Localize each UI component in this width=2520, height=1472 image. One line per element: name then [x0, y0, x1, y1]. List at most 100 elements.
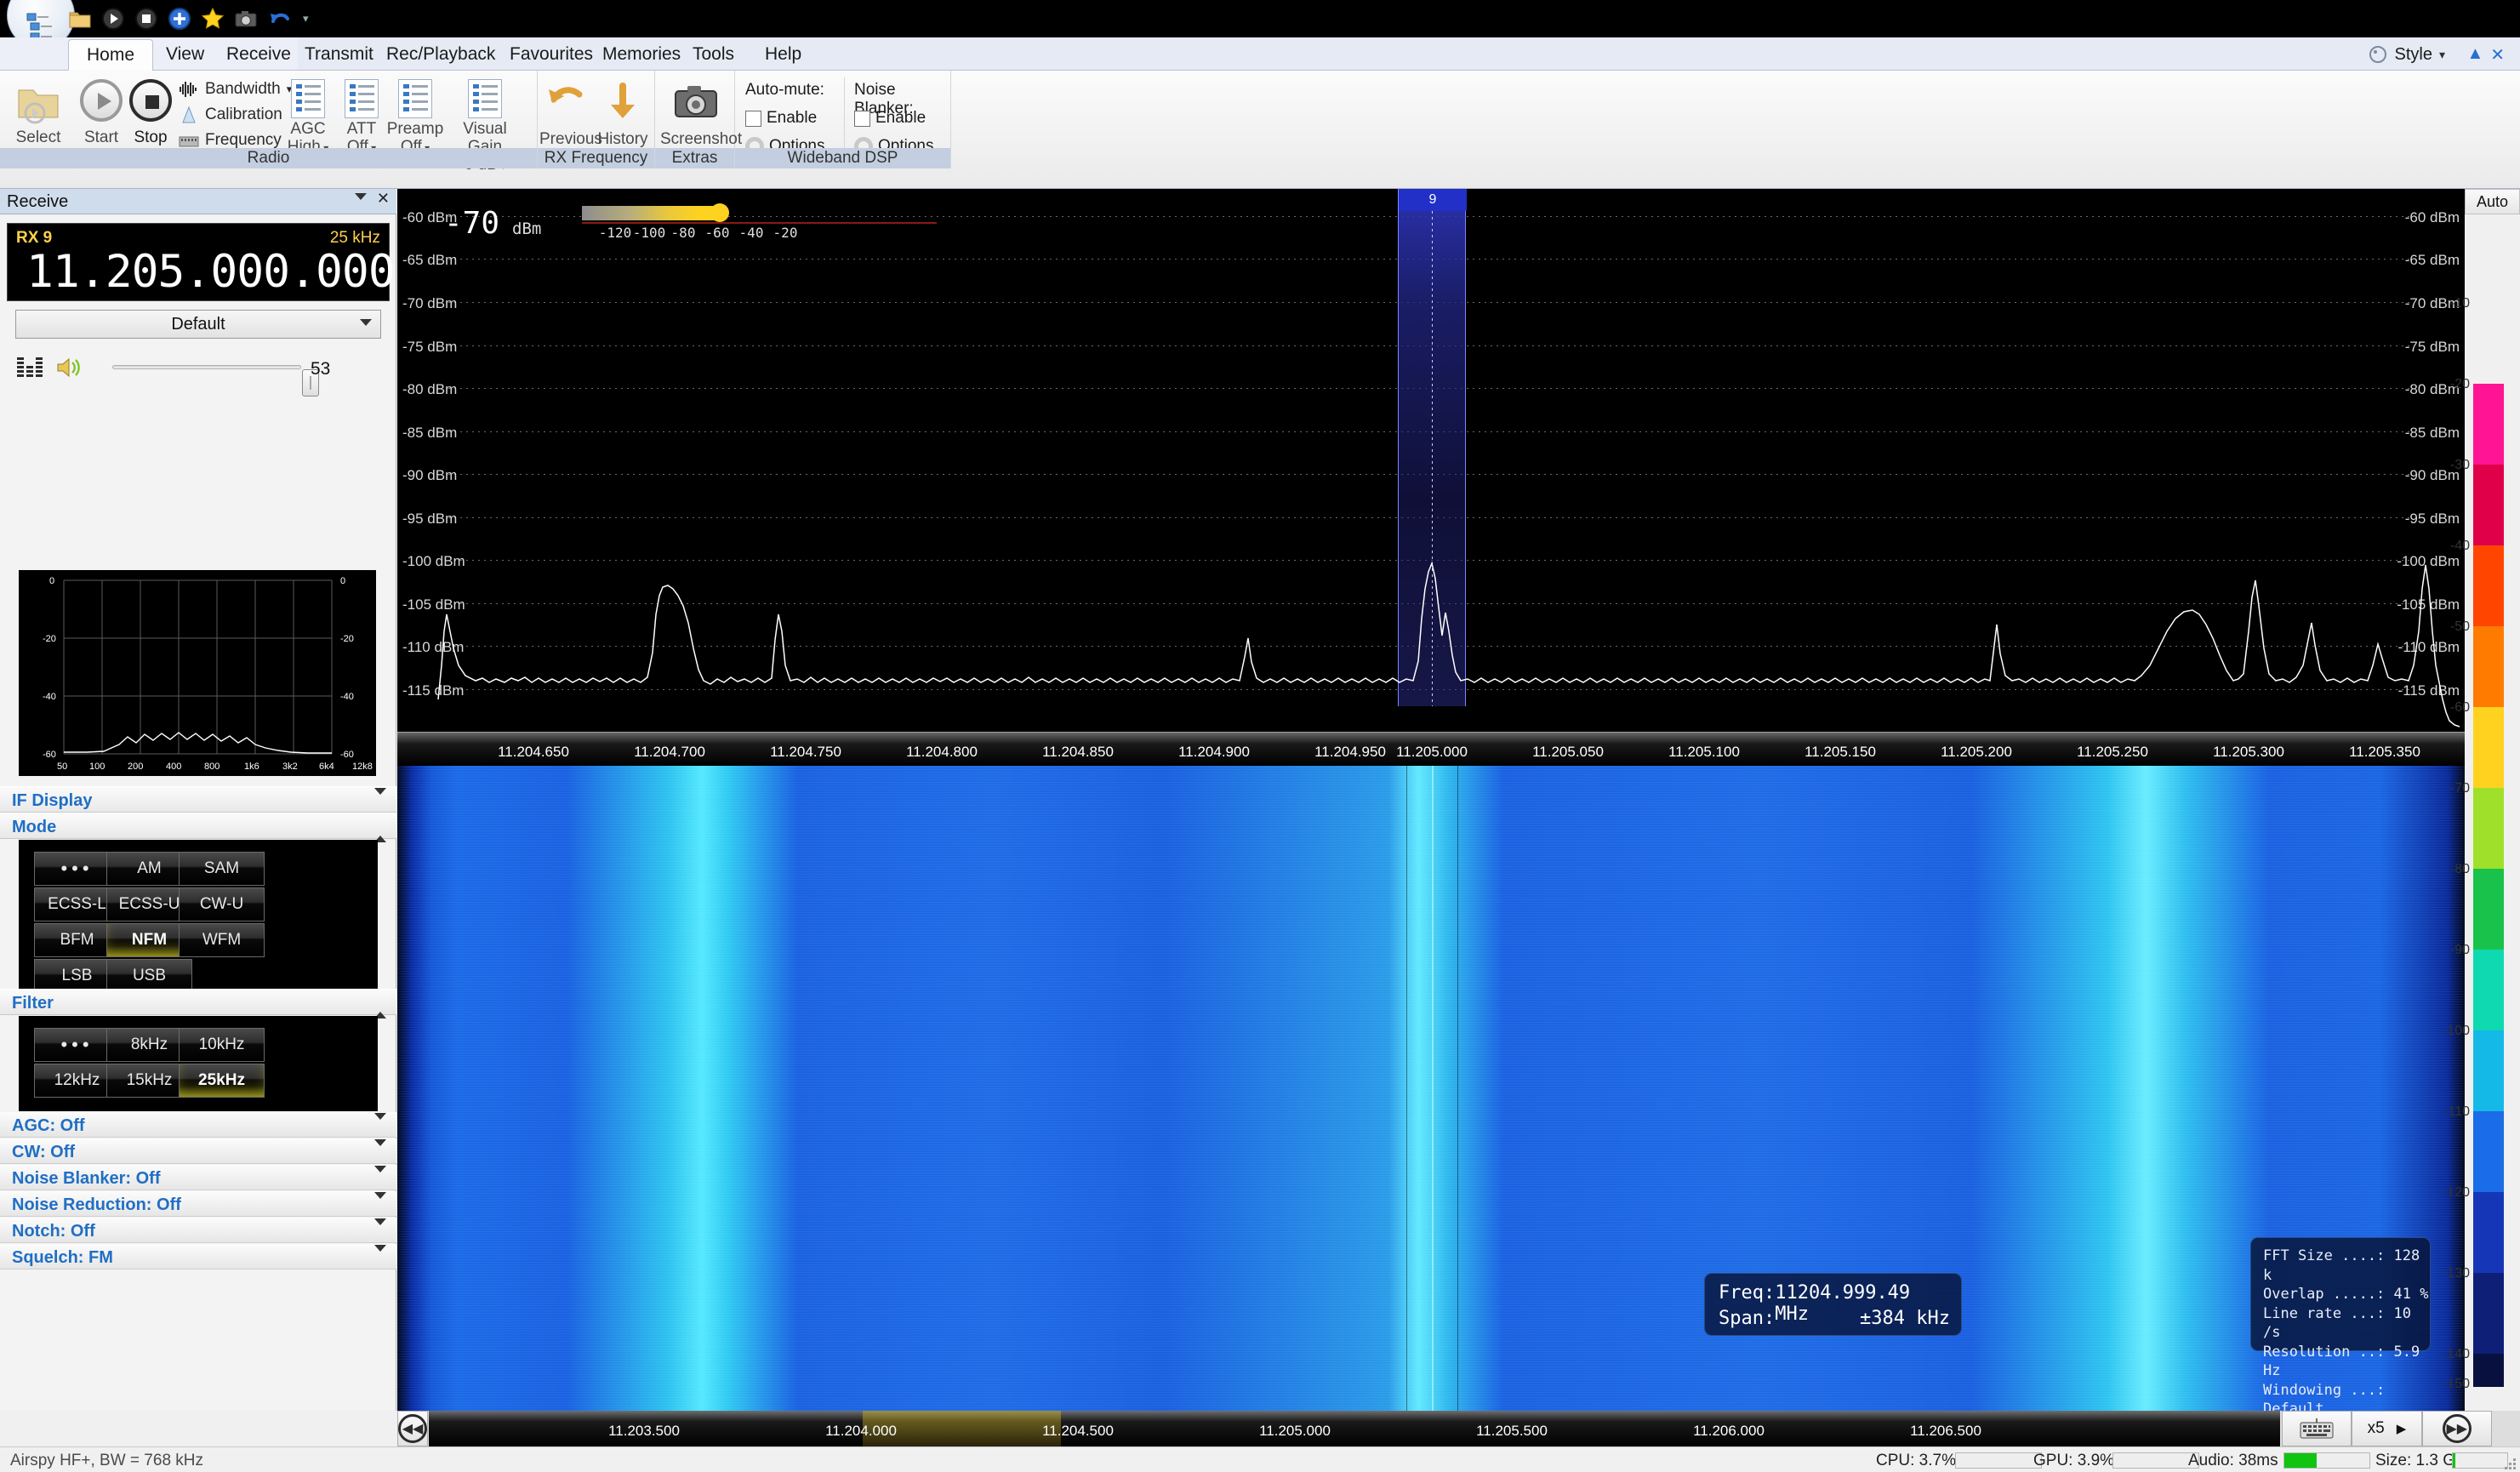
- section-notch[interactable]: Notch: Off: [0, 1218, 396, 1243]
- auto-mute-title: Auto-mute:: [745, 81, 824, 99]
- keyboard-button[interactable]: [2282, 1411, 2352, 1446]
- fft-info-row: Resolution ..: 5.9 Hz: [2263, 1343, 2430, 1381]
- filter-label: Filter: [12, 994, 54, 1013]
- mode-button-wfm[interactable]: WFM: [179, 923, 265, 957]
- reference-level-value[interactable]: -70: [444, 206, 499, 241]
- rx-frequency-display[interactable]: RX 9 25 kHz 11.205.000.000: [7, 223, 396, 301]
- ribbon-tab-strip[interactable]: Home View Receive Transmit Rec/Playback …: [0, 37, 2520, 71]
- color-segment: [2473, 303, 2504, 384]
- qat-chevron-down-icon[interactable]: ▾: [303, 12, 309, 26]
- stop-icon[interactable]: [134, 7, 158, 31]
- checkbox-box[interactable]: [745, 110, 761, 127]
- section-noise-blanker[interactable]: Noise Blanker: Off: [0, 1165, 396, 1190]
- section-squelch[interactable]: Squelch: FM: [0, 1244, 396, 1269]
- agc-title: AGC: [290, 120, 326, 138]
- auto-mute-enable-checkbox[interactable]: Enable: [745, 109, 817, 128]
- style-chevron-down-icon[interactable]: ▾: [2439, 48, 2445, 62]
- filter-button-10khz[interactable]: 10kHz: [179, 1028, 265, 1062]
- waterfall-display[interactable]: Freq: 11204.999.49 MHz Span: ±384 kHz FF…: [397, 766, 2465, 1411]
- noise-blanker-chevron-down-icon[interactable]: [374, 1166, 386, 1187]
- profile-combobox[interactable]: Default: [15, 310, 381, 345]
- zoom-bar[interactable]: ◀◀ 11.203.500 11.204.000 11.204.500 11.2…: [397, 1411, 2520, 1446]
- folder-icon[interactable]: [68, 7, 92, 31]
- fft-key: Line rate ...:: [2263, 1304, 2386, 1322]
- noise-reduction-chevron-down-icon[interactable]: [374, 1192, 386, 1213]
- panel-close-icon[interactable]: ✕: [377, 191, 390, 206]
- checkbox-box[interactable]: [854, 110, 870, 127]
- color-segment: [2473, 950, 2504, 1030]
- colorbar-gradient[interactable]: [582, 206, 721, 220]
- size-bar: [2452, 1452, 2508, 1469]
- play-icon[interactable]: [101, 7, 125, 31]
- section-if-display[interactable]: IF Display: [0, 786, 396, 813]
- rx-frequency-value[interactable]: 11.205.000.000: [26, 246, 396, 298]
- zoom-tick-label: 11.203.500: [608, 1423, 680, 1439]
- zoom-controls[interactable]: x5 ▶ ▶▶: [2282, 1411, 2492, 1446]
- volume-slider[interactable]: [112, 365, 319, 397]
- speaker-icon[interactable]: [56, 355, 85, 385]
- undo-icon[interactable]: [267, 7, 291, 31]
- fft-info-box: FFT Size ....: 128 k Overlap .....: 41 %…: [2250, 1237, 2431, 1411]
- frequency-axis[interactable]: 11.204.650 11.204.700 11.204.750 11.204.…: [397, 732, 2465, 766]
- agc-chevron-down-icon[interactable]: [374, 1113, 386, 1134]
- section-noise-reduction[interactable]: Noise Reduction: Off: [0, 1191, 396, 1217]
- profile-chevron-down-icon[interactable]: [360, 319, 372, 345]
- color-segment: [2473, 788, 2504, 869]
- if-display-scope[interactable]: 0 -20 -40 -60 0 -20 -40 -60 50 100 200 400 800 1…: [19, 570, 376, 776]
- resize-grip[interactable]: [2503, 1457, 2517, 1470]
- color-scale-tick: -150: [2442, 1377, 2470, 1391]
- preamp-split-button[interactable]: Preamp Off ▾: [385, 76, 446, 157]
- squelch-chevron-down-icon[interactable]: [374, 1245, 386, 1266]
- calibration-item[interactable]: Calibration: [179, 103, 282, 126]
- section-agc[interactable]: AGC: Off: [0, 1112, 396, 1138]
- section-filter[interactable]: Filter: [0, 989, 396, 1018]
- att-title: ATT: [346, 120, 377, 138]
- zoom-level-button[interactable]: x5 ▶: [2352, 1411, 2422, 1446]
- cw-chevron-down-icon[interactable]: [374, 1139, 386, 1161]
- minimize-ribbon-icon[interactable]: ▲: [2466, 44, 2483, 66]
- mode-button-usb[interactable]: USB: [106, 959, 192, 993]
- palette-icon: [2369, 46, 2386, 63]
- ribbon-window-controls[interactable]: ▲ ✕: [2466, 44, 2505, 66]
- zoom-level-chevron-right-icon[interactable]: ▶: [2397, 1421, 2407, 1436]
- panel-chevron-down-icon[interactable]: [354, 193, 367, 200]
- fft-info-row: Overlap .....: 41 %: [2263, 1285, 2430, 1304]
- if-display-chevron-down-icon[interactable]: [374, 788, 386, 809]
- equalizer-icon[interactable]: [17, 356, 49, 384]
- screenshot-button[interactable]: Screenshot: [660, 77, 742, 148]
- star-icon[interactable]: [201, 7, 225, 31]
- tab-home[interactable]: Home: [68, 39, 154, 71]
- pan-left-button[interactable]: ◀◀: [397, 1411, 428, 1446]
- auto-scale-button[interactable]: Auto: [2465, 189, 2520, 214]
- att-split-button[interactable]: ATT Off ▾: [337, 76, 386, 157]
- colorbar-handle[interactable]: [710, 203, 729, 222]
- color-scale-tick: -20: [2449, 377, 2470, 391]
- spectrum-plot[interactable]: -60 dBm -60 dBm -65 dBm -65 dBm -70 dBm -70…: [397, 189, 2465, 732]
- tab-help[interactable]: Help: [747, 39, 819, 71]
- notch-chevron-down-icon[interactable]: [374, 1218, 386, 1240]
- color-segment: [2473, 1192, 2504, 1273]
- pan-right-button[interactable]: ▶▶: [2421, 1411, 2492, 1446]
- noise-blanker-enable-checkbox[interactable]: Enable: [854, 109, 926, 128]
- camera-icon[interactable]: [234, 7, 258, 31]
- section-cw[interactable]: CW: Off: [0, 1138, 396, 1164]
- filter-button-25khz[interactable]: 25kHz: [179, 1064, 265, 1098]
- tab-tools[interactable]: Tools: [675, 39, 752, 71]
- mode-button-sam[interactable]: SAM: [179, 852, 265, 886]
- style-switcher[interactable]: Style ▾: [2368, 44, 2445, 65]
- previous-button[interactable]: Previous: [539, 77, 602, 148]
- agc-split-button[interactable]: AGC High ▾: [281, 76, 335, 157]
- bandwidth-menu[interactable]: Bandwidth ▾: [179, 77, 292, 100]
- color-scale-tick: -40: [2449, 539, 2470, 553]
- close-ribbon-icon[interactable]: ✕: [2490, 44, 2505, 66]
- quick-access-toolbar[interactable]: ▾: [68, 3, 309, 34]
- color-scale-strip[interactable]: -10 -20 -30 -40 -50 -60 -70 -80 -90 -100…: [2443, 221, 2504, 1391]
- spectrum-waterfall-area[interactable]: -60 dBm -60 dBm -65 dBm -65 dBm -70 dBm -70…: [397, 189, 2465, 1411]
- mode-button-cw-u[interactable]: CW-U: [179, 887, 265, 921]
- section-mode[interactable]: Mode: [0, 813, 396, 842]
- plus-icon[interactable]: [168, 7, 191, 31]
- color-scale-panel[interactable]: Auto -10 -20 -30 -40 -50 -60 -70 -80 -90…: [2443, 189, 2520, 1411]
- stop-button[interactable]: Stop: [117, 76, 184, 146]
- full-band-strip[interactable]: 11.203.500 11.204.000 11.204.500 11.205.…: [429, 1411, 2280, 1446]
- cursor-span-value: ±384 kHz: [1860, 1308, 1950, 1329]
